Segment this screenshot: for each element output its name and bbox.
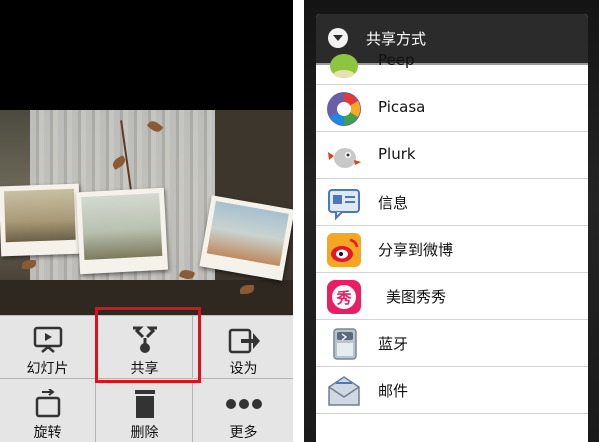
plurk-icon <box>326 138 362 174</box>
rotate-icon <box>0 388 95 420</box>
list-item-plurk[interactable]: Plurk <box>316 132 588 179</box>
polaroid-photo <box>75 187 169 275</box>
list-item-bluetooth[interactable]: 蓝牙 <box>316 320 588 367</box>
more-icon <box>194 388 293 420</box>
list-item-email[interactable]: 邮件 <box>316 367 588 414</box>
menu-item-set-as[interactable]: 设为 <box>194 316 293 379</box>
share-highlight-box <box>95 307 201 383</box>
share-chooser-screen: 共享方式 Peep Picasa Plurk 信息 分享到微博 秀 美图秀秀 蓝… <box>304 0 599 442</box>
list-item-picasa[interactable]: Picasa <box>316 85 588 132</box>
list-item-messaging[interactable]: 信息 <box>316 179 588 226</box>
gallery-screen: 幻灯片 共享 设为 旋转 删除 更多 <box>0 0 293 442</box>
picasa-icon <box>326 91 362 127</box>
list-item-peep[interactable]: Peep <box>316 38 588 85</box>
messaging-icon <box>326 185 362 221</box>
share-dialog: 共享方式 Peep Picasa Plurk 信息 分享到微博 秀 美图秀秀 蓝… <box>316 14 588 442</box>
set-as-icon <box>194 324 293 356</box>
peep-icon <box>326 44 362 80</box>
menu-item-delete[interactable]: 删除 <box>97 380 193 442</box>
weibo-icon <box>326 232 362 268</box>
list-item-weibo[interactable]: 分享到微博 <box>316 226 588 273</box>
menu-item-rotate[interactable]: 旋转 <box>0 380 96 442</box>
svg-text:秀: 秀 <box>335 289 352 307</box>
menu-item-more[interactable]: 更多 <box>194 380 293 442</box>
delete-icon <box>97 388 192 420</box>
photo-view[interactable] <box>0 110 293 315</box>
email-icon <box>326 373 362 409</box>
meitu-icon: 秀 <box>326 279 362 315</box>
list-item-meitu[interactable]: 秀 美图秀秀 <box>316 273 588 320</box>
slideshow-icon <box>0 324 95 356</box>
bluetooth-icon <box>326 326 362 362</box>
menu-item-slideshow[interactable]: 幻灯片 <box>0 316 96 379</box>
polaroid-photo <box>199 195 293 281</box>
polaroid-photo <box>0 183 82 257</box>
